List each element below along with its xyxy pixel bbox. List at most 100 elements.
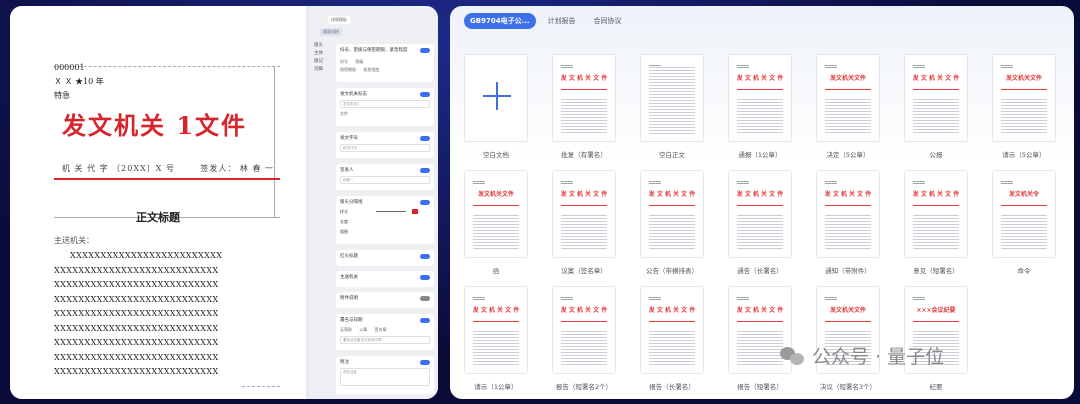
toggle-switch[interactable] (420, 254, 430, 259)
toggle-switch[interactable] (420, 92, 430, 97)
template-tile[interactable]: 发 文 机 关 文 件 (904, 54, 968, 142)
card-title: 主送机关 (340, 275, 358, 280)
template-label: 决定（5公章） (826, 151, 870, 159)
mini-serial (737, 297, 749, 301)
mini-serial (473, 181, 485, 185)
tab-layout-template[interactable]: 排版模板 (328, 16, 350, 24)
mini-serial (1001, 65, 1013, 69)
template-tile[interactable]: 发 文 机 关 文 件 (552, 170, 616, 258)
mini-heading: 发 文 机 关 文 件 (824, 191, 872, 198)
tab-plan-report[interactable]: 计划报告 (542, 13, 582, 29)
template-tile[interactable] (464, 54, 528, 142)
card-red-title: 红头标题 (336, 250, 434, 266)
mini-body-text (737, 215, 783, 251)
card-serial-secret: 份号、密级与保密期限、紧急程度 份号 密级 保密期限 紧急程度 (336, 44, 434, 82)
body-line: XXXXXXXXXXXXXXXXXXXXXXXXXXX (54, 309, 219, 318)
toggle-switch[interactable] (420, 360, 430, 365)
template-tile[interactable]: 发文机关文件 (464, 170, 528, 258)
note-textarea[interactable]: 请在此处 (340, 368, 430, 386)
template-label: 批复（有署名） (561, 151, 607, 159)
signer-input[interactable]: 林春一 (340, 176, 430, 184)
nav-header[interactable]: 版头 (310, 42, 332, 50)
template-tile[interactable]: 发文机关文件 (992, 54, 1056, 142)
mini-heading: 发文机关文件 (829, 75, 866, 82)
nav-footer[interactable]: 页脚 (310, 66, 332, 74)
template-label: 公报 (929, 151, 943, 159)
mini-heading: 发文机关文件 (477, 191, 514, 198)
toggle-switch[interactable] (420, 168, 430, 173)
radio-no-sign[interactable]: 无落款 (340, 327, 352, 333)
template-tile[interactable]: 发 文 机 关 文 件 (816, 170, 880, 258)
doc-number: 机 关 代 字 〔20XX〕X 号 (62, 164, 175, 173)
toggle-switch[interactable] (420, 48, 430, 53)
checkbox-serial[interactable]: 份号 (340, 59, 348, 65)
toggle-switch[interactable] (420, 200, 430, 205)
checkbox-urgency[interactable]: 紧急程度 (363, 67, 379, 73)
nav-record[interactable]: 版记 (310, 58, 332, 66)
mini-rule (913, 321, 959, 322)
checkbox-period[interactable]: 保密期限 (340, 67, 356, 73)
template-gallery-panel: GB9704电子公... 计划报告 合同协议 空白文档发 文 机 关 文 件批复… (450, 6, 1074, 399)
body-line: XXXXXXXXXXXXXXXXXXXXXXXXXXX (54, 367, 219, 376)
mini-body-text (737, 331, 783, 367)
mini-serial (649, 181, 661, 185)
template-tile[interactable]: 发 文 机 关 文 件 (464, 286, 528, 374)
template-tile[interactable]: 发 文 机 关 文 件 (640, 170, 704, 258)
mini-heading: 发 文 机 关 文 件 (736, 191, 784, 198)
tab-style[interactable]: 版面式样 (320, 28, 342, 36)
toggle-switch[interactable] (420, 296, 430, 301)
template-tile[interactable]: 发 文 机 关 文 件 (728, 54, 792, 142)
card-title: 签发人 (340, 168, 354, 173)
document-page[interactable]: 000001 Ｘ Ｘ ★10 年 特急 发文机关 1文件 机 关 代 字 〔20… (10, 6, 306, 399)
template-tile[interactable]: 发 文 机 关 文 件 (728, 170, 792, 258)
card-issuer: 发文机关标志 发文机关1 文件 (336, 88, 434, 126)
radio-seal[interactable]: 公章 (359, 327, 367, 333)
toggle-switch[interactable] (420, 275, 430, 280)
template-tile[interactable]: 发 文 机 关 文 件 (552, 286, 616, 374)
issuer-input[interactable]: 发文机关1 (340, 100, 430, 108)
mini-serial (649, 297, 661, 301)
row-style[interactable]: 样式 (340, 209, 430, 215)
tab-gb9704[interactable]: GB9704电子公... (464, 13, 536, 29)
row-weight[interactable]: 粗细 (340, 229, 430, 235)
template-tile[interactable]: 发文机关文件 (816, 54, 880, 142)
toggle-switch[interactable] (420, 136, 430, 141)
mini-body-text (473, 331, 519, 367)
toggle-switch[interactable] (420, 318, 430, 323)
checkbox-file[interactable]: 文件 (340, 111, 348, 117)
row-length[interactable]: 长度 (340, 219, 430, 225)
checkbox-secret[interactable]: 密级 (355, 59, 363, 65)
card-doc-number: 发文字号 机关代字 (336, 132, 434, 158)
template-label: 通知（带附件） (825, 267, 871, 275)
template-label: 通告（长署名） (737, 267, 783, 275)
template-tile[interactable]: 发 文 机 关 文 件 (640, 286, 704, 374)
card-title: 版头分隔线 (340, 200, 363, 205)
footer-guide (242, 386, 280, 387)
mini-body-text (737, 99, 783, 135)
row-label: 粗细 (340, 229, 348, 234)
template-label: 请示（5公章） (1002, 151, 1046, 159)
issuer-heading: 发文机关 1文件 (62, 111, 248, 140)
card-title: 份号、密级与保密期限、紧急程度 (340, 48, 408, 53)
signature-input[interactable]: 署名并加盖发文机关印章 (340, 336, 430, 344)
color-swatch[interactable] (412, 209, 418, 214)
template-label: 意见（短署名） (913, 267, 959, 275)
body-line: XXXXXXXXXXXXXXXXXXXXXXXXX (70, 251, 223, 260)
mini-heading: 发 文 机 关 文 件 (560, 191, 608, 198)
radio-sign-seal[interactable]: 签名章 (375, 327, 387, 333)
template-label: 纪要 (929, 383, 943, 391)
tab-contract[interactable]: 合同协议 (588, 13, 628, 29)
nav-body[interactable]: 主体 (310, 50, 332, 58)
mini-serial (913, 297, 925, 301)
body-line: XXXXXXXXXXXXXXXXXXXXXXXXXXX (54, 352, 219, 362)
card-separator: 版头分隔线 样式 长度 粗细 (336, 196, 434, 244)
template-tile[interactable]: 发文机关令 (992, 170, 1056, 258)
template-tile[interactable] (640, 54, 704, 142)
template-tile[interactable]: 发 文 机 关 文 件 (904, 170, 968, 258)
doc-number-input[interactable]: 机关代字 (340, 144, 430, 152)
mini-heading: 发 文 机 关 文 件 (472, 307, 520, 314)
mini-rule (825, 321, 871, 322)
template-tile[interactable]: 发 文 机 关 文 件 (552, 54, 616, 142)
template-label: 空白文档 (483, 151, 509, 159)
mini-body-text (649, 215, 695, 251)
